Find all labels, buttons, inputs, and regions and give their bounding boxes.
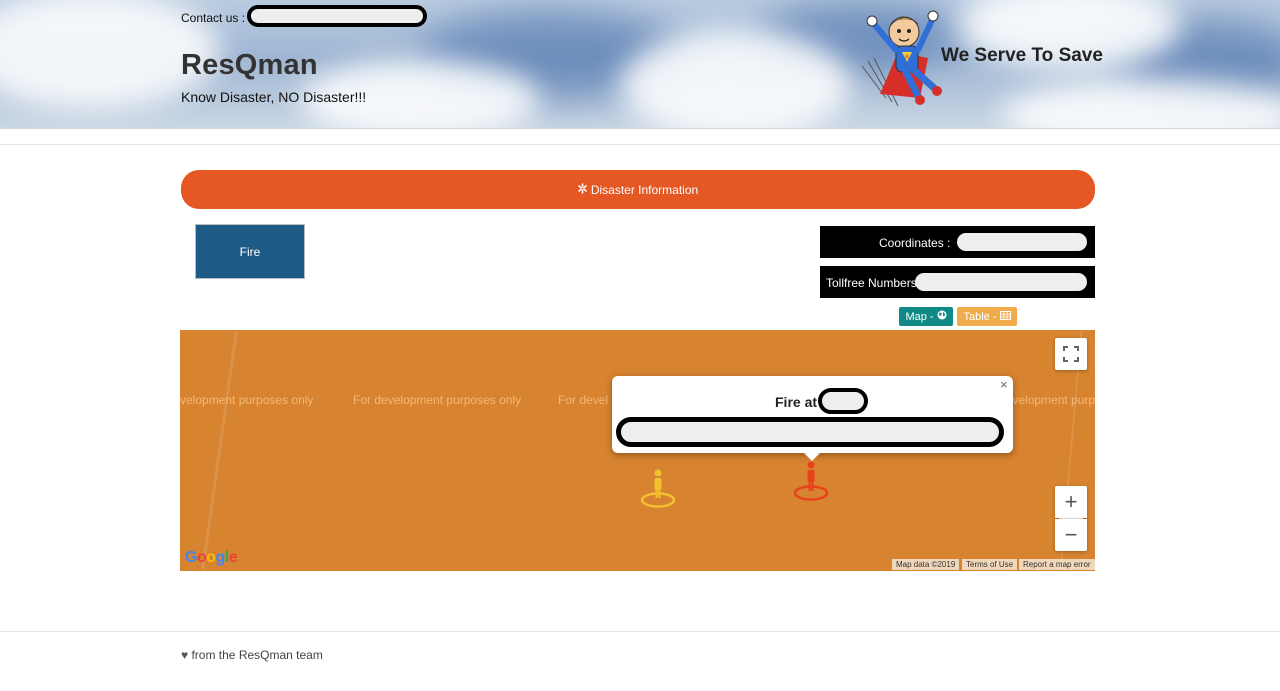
superhero-mascot-icon: R xyxy=(861,10,942,107)
table-grid-icon xyxy=(999,310,1011,323)
disaster-information-banner: Disaster Information xyxy=(181,170,1095,209)
table-view-button[interactable]: Table - xyxy=(957,307,1017,326)
asterisk-icon xyxy=(578,182,587,197)
svg-text:R: R xyxy=(905,54,909,61)
coordinates-box: Coordinates : xyxy=(820,226,1095,258)
disaster-type-fire[interactable]: Fire xyxy=(195,224,305,279)
brand-title[interactable]: ResQman xyxy=(181,49,318,82)
footer-divider xyxy=(0,631,1280,632)
map-data-attribution: Map data ©2019 xyxy=(892,559,960,570)
report-map-error-link[interactable]: Report a map error xyxy=(1019,559,1095,570)
minus-icon: − xyxy=(1064,522,1078,547)
terms-of-use-link[interactable]: Terms of Use xyxy=(962,559,1018,570)
heart-icon: ♥ xyxy=(181,648,189,662)
disaster-type-label: Fire xyxy=(239,244,261,259)
person-pin-icon xyxy=(640,469,676,508)
map-view-label: Map - xyxy=(905,310,934,323)
tollfree-box: Tollfree Numbers xyxy=(820,266,1095,298)
tollfree-label: Tollfree Numbers xyxy=(826,276,917,290)
infowindow-pointer xyxy=(804,453,820,461)
contact-value-redacted xyxy=(247,5,427,27)
infowindow-detail-redacted xyxy=(616,417,1004,447)
infowindow-title: Fire at xyxy=(775,394,818,410)
banner-label: Disaster Information xyxy=(590,182,699,197)
yellow-person-marker[interactable] xyxy=(640,468,676,515)
map-road xyxy=(201,330,238,571)
close-icon[interactable]: × xyxy=(1000,377,1008,392)
red-person-marker[interactable] xyxy=(793,460,829,507)
location-value-redacted xyxy=(818,388,868,414)
map-infowindow: × Fire at xyxy=(612,376,1013,453)
contact-label: Contact us : xyxy=(181,11,246,25)
fullscreen-button[interactable] xyxy=(1055,338,1087,370)
google-logo: Google xyxy=(185,549,238,566)
coordinates-label: Coordinates : xyxy=(879,236,951,250)
footer-text: from the ResQman team xyxy=(191,648,323,662)
watermark-text: development purpo xyxy=(999,393,1095,407)
watermark-text: For development purposes only xyxy=(353,393,522,407)
coordinates-value-redacted xyxy=(957,233,1087,251)
zoom-in-button[interactable]: + xyxy=(1055,486,1087,518)
tollfree-value-redacted xyxy=(915,273,1087,291)
zoom-out-button[interactable]: − xyxy=(1055,519,1087,551)
cloud-decoration xyxy=(1000,80,1280,128)
fullscreen-icon xyxy=(1063,346,1079,362)
map-view-button[interactable]: Map - xyxy=(899,307,953,326)
globe-icon xyxy=(937,310,947,323)
brand-tagline: Know Disaster, NO Disaster!!! xyxy=(181,89,367,105)
person-pin-icon xyxy=(793,461,829,501)
plus-icon: + xyxy=(1064,489,1078,514)
watermark-text: velopment purposes only xyxy=(180,393,314,407)
site-header: Contact us : ResQman Know Disaster, NO D… xyxy=(0,0,1280,129)
header-divider xyxy=(0,144,1280,145)
footer: ♥ from the ResQman team xyxy=(181,648,323,662)
slogan: We Serve To Save xyxy=(941,45,1103,66)
table-view-label: Table - xyxy=(963,310,997,323)
cloud-decoration xyxy=(620,30,850,128)
watermark-text: For devel xyxy=(558,393,609,407)
